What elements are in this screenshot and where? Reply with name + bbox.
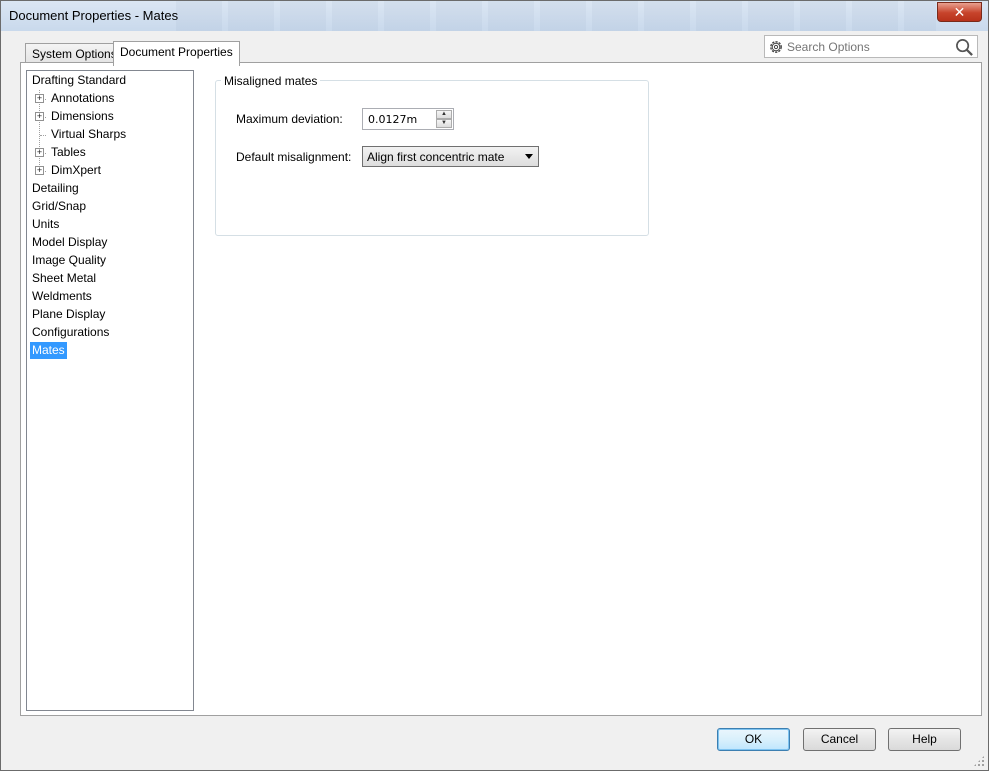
tree-item-label: Detailing	[32, 181, 79, 195]
chevron-down-icon: ▼	[441, 120, 447, 126]
tree-item-detailing[interactable]: Detailing	[30, 180, 81, 197]
spin-buttons: ▲ ▼	[436, 110, 452, 128]
expand-plus-icon[interactable]: +	[35, 166, 44, 175]
tree-item-mates[interactable]: Mates	[30, 342, 67, 359]
spin-up-button[interactable]: ▲	[436, 110, 452, 119]
tree-item-drafting-standard[interactable]: Drafting Standard	[30, 72, 128, 89]
default-misalignment-value: Align first concentric mate	[367, 150, 505, 164]
tree-item-model-display[interactable]: Model Display	[30, 234, 109, 251]
gear-icon	[770, 41, 782, 53]
search-input[interactable]	[785, 38, 951, 55]
search-options-box[interactable]	[764, 35, 978, 58]
maximum-deviation-label: Maximum deviation:	[236, 112, 343, 126]
tab-label: Document Properties	[120, 45, 233, 59]
tree-item-tables[interactable]: Tables	[49, 144, 88, 161]
window-title: Document Properties - Mates	[9, 8, 179, 23]
tree-item-label: Grid/Snap	[32, 199, 87, 213]
expand-plus-icon[interactable]: +	[35, 148, 44, 157]
tree-item-label: Mates	[32, 343, 65, 357]
maximum-deviation-value: 0.0127m	[368, 113, 418, 126]
tree-item-label: Drafting Standard	[32, 73, 127, 87]
default-misalignment-select[interactable]: Align first concentric mate	[362, 146, 539, 167]
tree-item-plane-display[interactable]: Plane Display	[30, 306, 107, 323]
tree-item-label: Annotations	[51, 91, 115, 105]
group-title: Misaligned mates	[221, 74, 321, 88]
tree-item-units[interactable]: Units	[30, 216, 61, 233]
dialog-window: Document Properties - Mates ✕ System Opt…	[0, 0, 989, 771]
close-icon: ✕	[953, 3, 966, 20]
tab-label: System Options	[32, 47, 117, 61]
close-button[interactable]: ✕	[937, 2, 982, 22]
tree-item-label: DimXpert	[51, 163, 102, 177]
tree-item-configurations[interactable]: Configurations	[30, 324, 111, 341]
tree-item-label: Plane Display	[32, 307, 106, 321]
tree-item-grid-snap[interactable]: Grid/Snap	[30, 198, 88, 215]
chevron-up-icon: ▲	[441, 111, 447, 117]
spin-down-button[interactable]: ▼	[436, 119, 452, 128]
title-bar-background	[176, 1, 936, 31]
tree-item-label: Configurations	[32, 325, 110, 339]
expand-plus-icon[interactable]: +	[35, 94, 44, 103]
tree-item-annotations[interactable]: Annotations	[49, 90, 116, 107]
tree-item-virtual-sharps[interactable]: Virtual Sharps	[49, 126, 128, 143]
resize-grip-icon[interactable]	[973, 755, 985, 767]
search-icon[interactable]	[955, 38, 974, 57]
tab-document-properties[interactable]: Document Properties	[113, 41, 240, 66]
tree-item-dimensions[interactable]: Dimensions	[49, 108, 116, 125]
expand-plus-icon[interactable]: +	[35, 112, 44, 121]
tree-item-label: Weldments	[32, 289, 92, 303]
tree-connector	[40, 135, 46, 136]
tree-item-label: Image Quality	[32, 253, 107, 267]
default-misalignment-label: Default misalignment:	[236, 150, 352, 164]
tree-item-image-quality[interactable]: Image Quality	[30, 252, 108, 269]
dropdown-arrow-icon	[525, 154, 533, 159]
tree-item-dimxpert[interactable]: DimXpert	[49, 162, 103, 179]
title-bar[interactable]: Document Properties - Mates ✕	[1, 1, 988, 31]
tree-item-label: Model Display	[32, 235, 108, 249]
tree-item-label: Units	[32, 217, 60, 231]
tree-item-label: Dimensions	[51, 109, 114, 123]
tree-item-sheet-metal[interactable]: Sheet Metal	[30, 270, 98, 287]
tree-item-label: Virtual Sharps	[51, 127, 127, 141]
help-button[interactable]: Help	[888, 728, 961, 751]
ok-button[interactable]: OK	[717, 728, 790, 751]
cancel-button[interactable]: Cancel	[803, 728, 876, 751]
tree-item-label: Sheet Metal	[32, 271, 97, 285]
maximum-deviation-input[interactable]: 0.0127m ▲ ▼	[362, 108, 454, 130]
tree-item-label: Tables	[51, 145, 86, 159]
tree-item-weldments[interactable]: Weldments	[30, 288, 94, 305]
